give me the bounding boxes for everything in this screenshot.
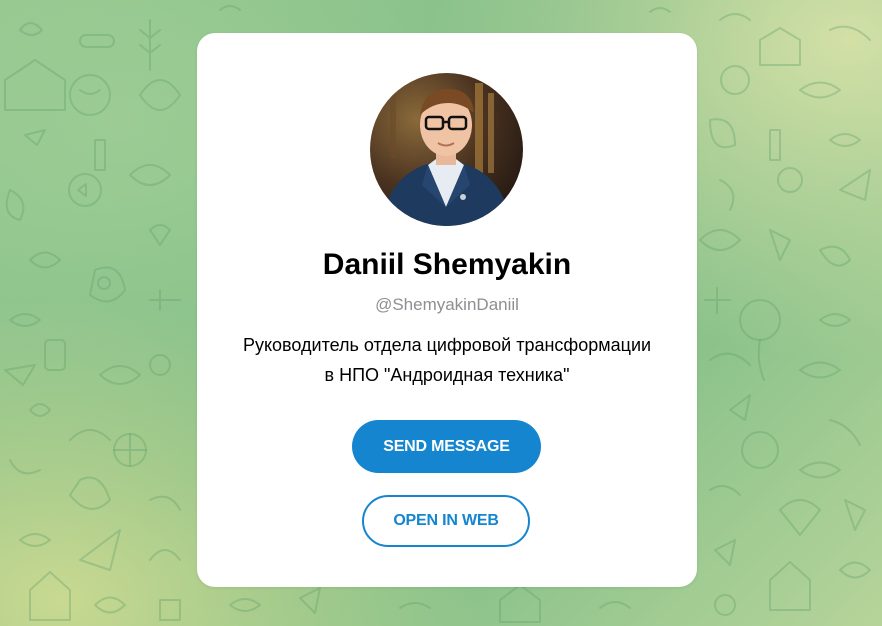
profile-bio-line-2: в НПО "Андроидная техника"	[324, 365, 570, 385]
avatar-photo	[370, 73, 523, 226]
profile-avatar	[370, 73, 523, 226]
send-message-button[interactable]: SEND MESSAGE	[352, 420, 541, 473]
profile-username: @ShemyakinDaniil	[375, 295, 519, 314]
profile-bio: Руководитель отдела цифровой трансформац…	[207, 330, 687, 390]
profile-name: Daniil Shemyakin	[322, 248, 572, 281]
profile-card: Daniil Shemyakin @ShemyakinDaniil Руково…	[197, 33, 697, 587]
open-in-web-button[interactable]: OPEN IN WEB	[362, 495, 530, 547]
profile-bio-line-1: Руководитель отдела цифровой трансформац…	[242, 335, 652, 355]
